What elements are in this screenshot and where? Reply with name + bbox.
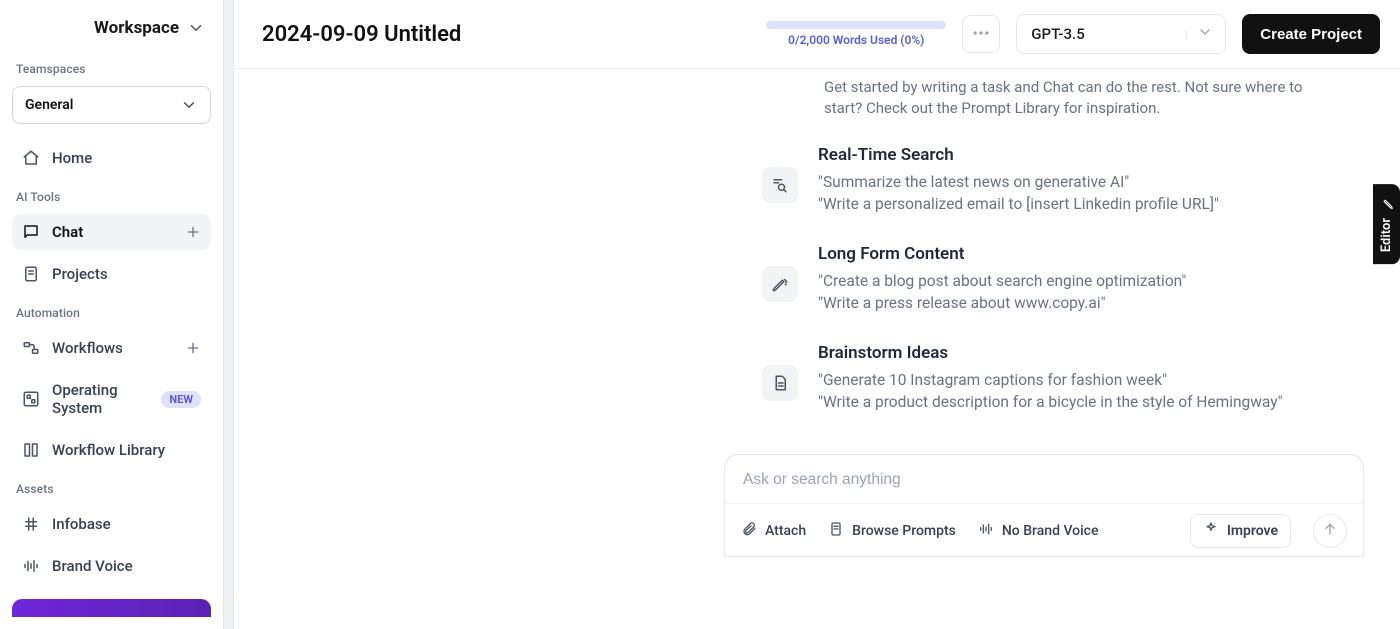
brand-voice-toggle[interactable]: No Brand Voice xyxy=(978,521,1099,541)
editor-tab[interactable]: Editor xyxy=(1373,184,1400,264)
brand-voice-icon xyxy=(22,557,40,575)
section-ai-tools-label: AI Tools xyxy=(12,182,211,208)
improve-button[interactable]: Improve xyxy=(1190,514,1291,548)
teamspace-select[interactable]: General xyxy=(12,86,211,124)
hash-icon xyxy=(22,515,40,533)
card-title: Brainstorm Ideas xyxy=(818,343,1283,363)
topbar: 2024-09-09 Untitled 0/2,000 Words Used (… xyxy=(234,0,1400,69)
chat-input-panel: Attach Browse Prompts No Brand Voice xyxy=(724,454,1364,557)
card-line: "Summarize the latest news on generative… xyxy=(818,171,1219,193)
usage-text: 0/2,000 Words Used (0%) xyxy=(788,33,924,47)
browse-prompts-button[interactable]: Browse Prompts xyxy=(828,521,956,541)
operating-system-icon xyxy=(22,390,40,408)
arrow-up-icon xyxy=(1322,521,1338,540)
sidebar-item-label: Operating System xyxy=(52,381,147,417)
section-teamspaces-label: Teamspaces xyxy=(12,54,211,80)
chevron-down-icon xyxy=(187,19,205,37)
section-assets-label: Assets xyxy=(12,474,211,500)
projects-icon xyxy=(22,265,40,283)
add-workflow-button[interactable] xyxy=(185,340,201,356)
sidebar-scrollbar[interactable] xyxy=(224,0,234,629)
sidebar-item-chat[interactable]: Chat xyxy=(12,214,211,250)
usage-meter[interactable]: 0/2,000 Words Used (0%) xyxy=(766,21,946,47)
card-line: "Write a personalized email to [insert L… xyxy=(818,193,1219,215)
editor-tab-label: Editor xyxy=(1379,218,1394,252)
pen-sparkle-icon xyxy=(762,266,798,302)
pencil-icon xyxy=(1379,196,1394,210)
new-badge: NEW xyxy=(161,391,201,408)
attach-label: Attach xyxy=(765,523,806,539)
brand-voice-icon xyxy=(978,521,994,541)
chevron-down-icon xyxy=(1187,24,1213,44)
send-button[interactable] xyxy=(1313,514,1347,548)
sidebar-cta[interactable] xyxy=(12,599,211,617)
improve-label: Improve xyxy=(1227,523,1278,539)
card-line: "Write a press release about www.copy.ai… xyxy=(818,292,1186,314)
browse-prompts-label: Browse Prompts xyxy=(852,523,956,539)
workspace-label: Workspace xyxy=(94,18,179,38)
sidebar-item-label: Infobase xyxy=(52,515,111,533)
sidebar-item-label: Projects xyxy=(52,265,108,283)
intro-text: Get started by writing a task and Chat c… xyxy=(824,77,1344,119)
sidebar-item-label: Home xyxy=(52,149,92,167)
attach-button[interactable]: Attach xyxy=(741,521,806,541)
paperclip-icon xyxy=(741,521,757,541)
card-line: "Create a blog post about search engine … xyxy=(818,270,1186,292)
sparkle-icon xyxy=(1203,521,1219,541)
document-icon xyxy=(762,365,798,401)
content-area: Get started by writing a task and Chat c… xyxy=(234,69,1400,629)
chevron-down-icon xyxy=(180,96,198,114)
chat-input[interactable] xyxy=(743,471,1345,489)
brand-voice-label: No Brand Voice xyxy=(1002,523,1099,539)
sidebar-item-operating-system[interactable]: Operating System NEW xyxy=(12,372,211,426)
search-list-icon xyxy=(762,167,798,203)
document-icon xyxy=(828,521,844,541)
card-long-form[interactable]: Long Form Content "Create a blog post ab… xyxy=(816,244,1400,315)
card-brainstorm[interactable]: Brainstorm Ideas "Generate 10 Instagram … xyxy=(816,343,1400,414)
prompt-cards: Real-Time Search "Summarize the latest n… xyxy=(234,145,1400,414)
sidebar-item-label: Brand Voice xyxy=(52,557,133,575)
chat-icon xyxy=(22,223,40,241)
teamspace-selected-value: General xyxy=(25,97,73,113)
more-horizontal-icon xyxy=(971,23,991,46)
workspace-switcher[interactable]: Workspace xyxy=(12,14,211,48)
sidebar-item-brand-voice[interactable]: Brand Voice xyxy=(12,548,211,584)
sidebar: Workspace Teamspaces General Home AI Too… xyxy=(0,0,224,629)
workflows-icon xyxy=(22,339,40,357)
create-project-button[interactable]: Create Project xyxy=(1242,14,1380,54)
sidebar-item-workflows[interactable]: Workflows xyxy=(12,330,211,366)
home-icon xyxy=(22,149,40,167)
model-selected-value: GPT-3.5 xyxy=(1031,25,1084,43)
sidebar-item-workflow-library[interactable]: Workflow Library xyxy=(12,432,211,468)
library-icon xyxy=(22,441,40,459)
more-menu-button[interactable] xyxy=(962,15,1000,53)
add-chat-button[interactable] xyxy=(185,224,201,240)
main: 2024-09-09 Untitled 0/2,000 Words Used (… xyxy=(234,0,1400,629)
model-select[interactable]: GPT-3.5 xyxy=(1016,14,1226,54)
sidebar-item-home[interactable]: Home xyxy=(12,140,211,176)
sidebar-item-label: Workflows xyxy=(52,339,123,357)
card-title: Real-Time Search xyxy=(818,145,1219,165)
card-real-time-search[interactable]: Real-Time Search "Summarize the latest n… xyxy=(816,145,1400,216)
sidebar-item-projects[interactable]: Projects xyxy=(12,256,211,292)
doc-title[interactable]: 2024-09-09 Untitled xyxy=(262,22,461,47)
section-automation-label: Automation xyxy=(12,298,211,324)
sidebar-item-infobase[interactable]: Infobase xyxy=(12,506,211,542)
card-line: "Generate 10 Instagram captions for fash… xyxy=(818,369,1283,391)
card-title: Long Form Content xyxy=(818,244,1186,264)
usage-bar xyxy=(766,21,946,29)
sidebar-item-label: Chat xyxy=(52,223,83,241)
sidebar-item-label: Workflow Library xyxy=(52,441,165,459)
card-line: "Write a product description for a bicyc… xyxy=(818,391,1283,413)
